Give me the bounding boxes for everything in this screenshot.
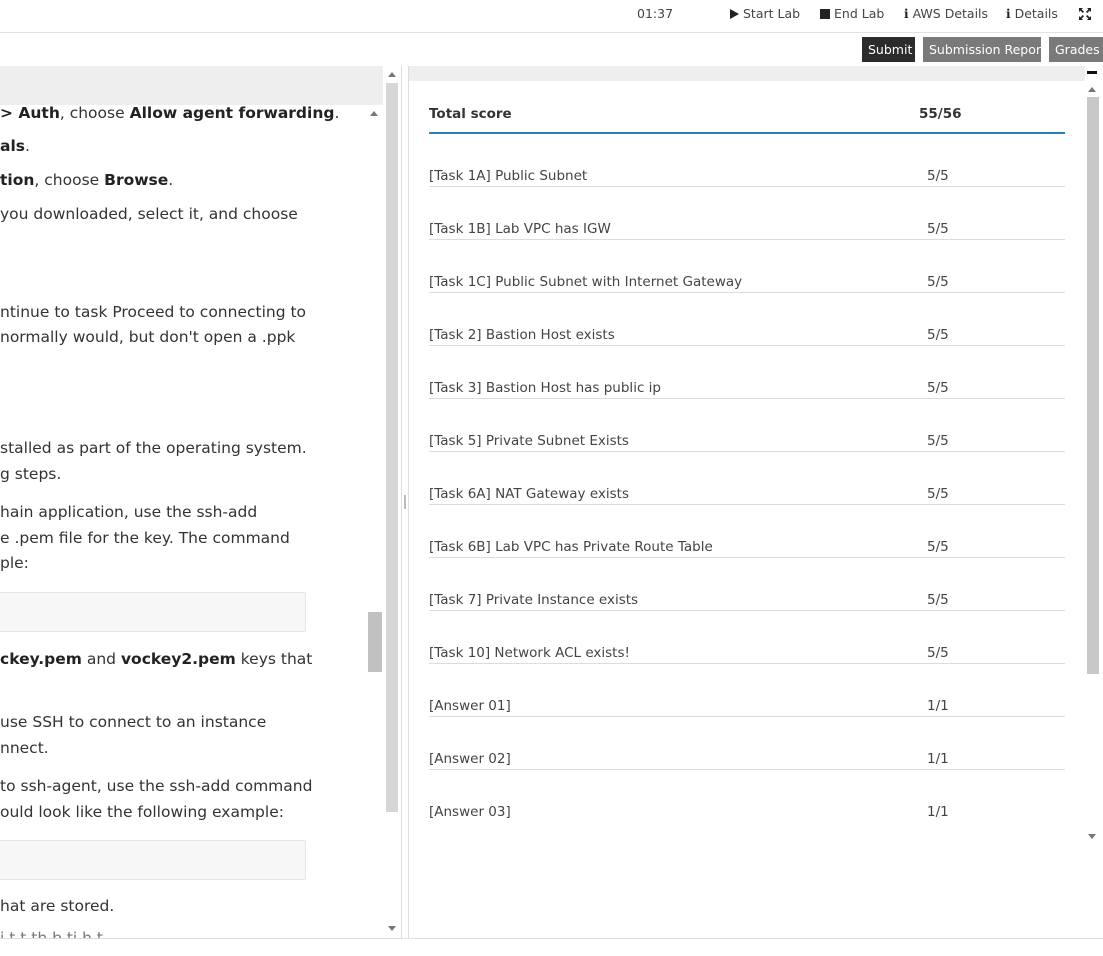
info-icon: i (1006, 6, 1011, 21)
aws-details-button[interactable]: i AWS Details (904, 6, 988, 21)
end-lab-label: End Lab (834, 6, 885, 21)
check-score: 1/1 (927, 698, 949, 714)
bottom-border (0, 938, 1103, 939)
code-block (0, 592, 306, 632)
check-name: [Task 1A] Public Subnet (429, 168, 588, 184)
check-score: 1/1 (927, 804, 949, 820)
instruction-line: als. (0, 137, 30, 155)
grades-scrollbar[interactable] (1085, 66, 1103, 846)
instructions-scrollbar[interactable] (383, 66, 401, 939)
start-lab-label: Start Lab (743, 6, 801, 21)
table-row: [Answer 01] 1/1 (429, 664, 1065, 717)
instruction-line: ould look like the following example: (0, 803, 284, 821)
grades-panel-header (409, 66, 1103, 81)
check-score: 5/5 (927, 539, 949, 555)
table-row: [Task 7] Private Instance exists 5/5 (429, 558, 1065, 611)
check-name: [Task 1C] Public Subnet with Internet Ga… (429, 274, 743, 290)
instruction-line: ntinue to task Proceed to connecting to (0, 303, 307, 321)
instruction-line: ckey.pem and vockey2.pem keys that (0, 650, 313, 668)
check-name: [Task 1B] Lab VPC has IGW (429, 221, 611, 237)
details-button[interactable]: i Details (1006, 6, 1058, 21)
instruction-line-partial: i t t th b ti h t (0, 929, 103, 939)
expand-icon[interactable] (1078, 7, 1092, 21)
grades-button[interactable]: Grades (1049, 37, 1103, 62)
scroll-up-icon[interactable] (1088, 87, 1096, 92)
instruction-line: to ssh-agent, use the ssh-add command (0, 777, 313, 795)
table-row: [Task 3] Bastion Host has public ip 5/5 (429, 346, 1065, 399)
check-score: 5/5 (927, 221, 949, 237)
inner-scrollbar-thumb[interactable] (368, 612, 382, 672)
aws-details-label: AWS Details (912, 6, 989, 21)
grades-header-row: Total score 55/56 (429, 96, 1065, 134)
inner-scroll-up-icon[interactable] (370, 111, 378, 116)
instruction-line: you downloaded, select it, and choose (0, 205, 298, 223)
action-bar: Submit Submission Report Grades (0, 34, 1103, 66)
total-score-label: Total score (429, 106, 512, 122)
instructions-panel: > Auth, choose Allow agent forwarding. a… (0, 66, 383, 939)
scrollbar-thumb[interactable] (386, 83, 398, 812)
lab-timer: 01:37 (637, 6, 674, 21)
scroll-up-icon[interactable] (388, 72, 396, 77)
instruction-line: use SSH to connect to an instance (0, 713, 267, 731)
check-name: [Task 2] Bastion Host exists (429, 327, 615, 343)
instruction-line: normally would, but don't open a .ppk (0, 328, 296, 346)
table-row: [Answer 03] 1/1 (429, 770, 1065, 823)
minimize-icon[interactable] (1087, 71, 1097, 74)
check-name: [Task 10] Network ACL exists! (429, 645, 630, 661)
instruction-line: g steps. (0, 465, 62, 483)
check-score: 5/5 (927, 645, 949, 661)
instruction-line: tion, choose Browse. (0, 171, 174, 189)
check-name: [Task 7] Private Instance exists (429, 592, 639, 608)
check-score: 1/1 (927, 751, 949, 767)
end-lab-button[interactable]: End Lab (820, 6, 884, 21)
instruction-line: hain application, use the ssh-add (0, 503, 258, 521)
check-name: [Task 6B] Lab VPC has Private Route Tabl… (429, 539, 713, 555)
check-name: [Task 5] Private Subnet Exists (429, 433, 629, 449)
table-row: [Task 2] Bastion Host exists 5/5 (429, 293, 1065, 346)
grades-panel: Total score 55/56 [Task 1A] Public Subne… (409, 66, 1103, 939)
instruction-line: ple: (0, 554, 29, 572)
play-icon (730, 8, 739, 19)
scroll-down-icon[interactable] (388, 926, 396, 931)
check-name: [Task 6A] NAT Gateway exists (429, 486, 629, 502)
instruction-line: > Auth, choose Allow agent forwarding. (0, 104, 340, 122)
stop-icon (820, 8, 830, 19)
check-score: 5/5 (927, 327, 949, 343)
top-bar: 01:37 Start Lab End Lab i AWS Details i … (0, 0, 1103, 33)
instruction-line: e .pem file for the key. The command (0, 529, 290, 547)
table-row: [Answer 02] 1/1 (429, 717, 1065, 770)
check-score: 5/5 (927, 486, 949, 502)
check-name: [Answer 03] (429, 804, 511, 820)
table-row: [Task 1B] Lab VPC has IGW 5/5 (429, 187, 1065, 240)
details-label: Details (1014, 6, 1058, 21)
check-name: [Answer 01] (429, 698, 511, 714)
check-score: 5/5 (927, 433, 949, 449)
total-score-value: 55/56 (919, 106, 962, 122)
check-score: 5/5 (927, 592, 949, 608)
scrollbar-thumb[interactable] (1087, 97, 1099, 674)
code-block (0, 840, 306, 880)
info-icon: i (904, 6, 909, 21)
scroll-down-icon[interactable] (1088, 834, 1096, 839)
table-row: [Task 6B] Lab VPC has Private Route Tabl… (429, 505, 1065, 558)
table-row: [Task 1A] Public Subnet 5/5 (429, 134, 1065, 187)
check-score: 5/5 (927, 168, 949, 184)
submission-report-button[interactable]: Submission Report (923, 37, 1046, 62)
instruction-line: stalled as part of the operating system. (0, 439, 307, 457)
check-score: 5/5 (927, 380, 949, 396)
divider-grip-icon[interactable] (404, 495, 406, 509)
submit-button[interactable]: Submit (862, 37, 915, 62)
table-row: [Task 10] Network ACL exists! 5/5 (429, 611, 1065, 664)
instruction-line: nnect. (0, 739, 49, 757)
start-lab-button[interactable]: Start Lab (730, 6, 800, 21)
grades-table: Total score 55/56 [Task 1A] Public Subne… (429, 96, 1065, 823)
table-row: [Task 6A] NAT Gateway exists 5/5 (429, 452, 1065, 505)
instruction-line: hat are stored. (0, 897, 115, 915)
check-score: 5/5 (927, 274, 949, 290)
check-name: [Answer 02] (429, 751, 511, 767)
check-name: [Task 3] Bastion Host has public ip (429, 380, 661, 396)
table-row: [Task 1C] Public Subnet with Internet Ga… (429, 240, 1065, 293)
table-row: [Task 5] Private Subnet Exists 5/5 (429, 399, 1065, 452)
